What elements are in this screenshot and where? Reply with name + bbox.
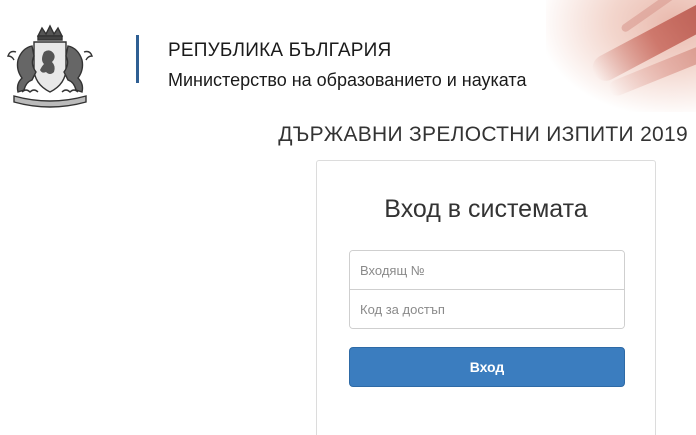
exam-title: ДЪРЖАВНИ ЗРЕЛОСТНИ ИЗПИТИ 2019 bbox=[278, 123, 688, 146]
access-code-input[interactable] bbox=[350, 290, 624, 328]
login-title: Вход в системата bbox=[384, 195, 588, 223]
country-title: РЕПУБЛИКА БЪЛГАРИЯ bbox=[168, 40, 392, 61]
header-divider bbox=[136, 35, 139, 83]
ministry-title: Министерство на образованието и науката bbox=[168, 70, 527, 90]
credentials-input-group bbox=[349, 250, 625, 329]
coat-of-arms-icon bbox=[7, 24, 93, 108]
login-card: Вход в системата Вход bbox=[316, 160, 656, 435]
incoming-number-input[interactable] bbox=[350, 251, 624, 289]
login-button[interactable]: Вход bbox=[349, 347, 625, 387]
page: РЕПУБЛИКА БЪЛГАРИЯ Министерство на образ… bbox=[0, 0, 696, 435]
decorative-corner-art bbox=[546, 0, 696, 112]
